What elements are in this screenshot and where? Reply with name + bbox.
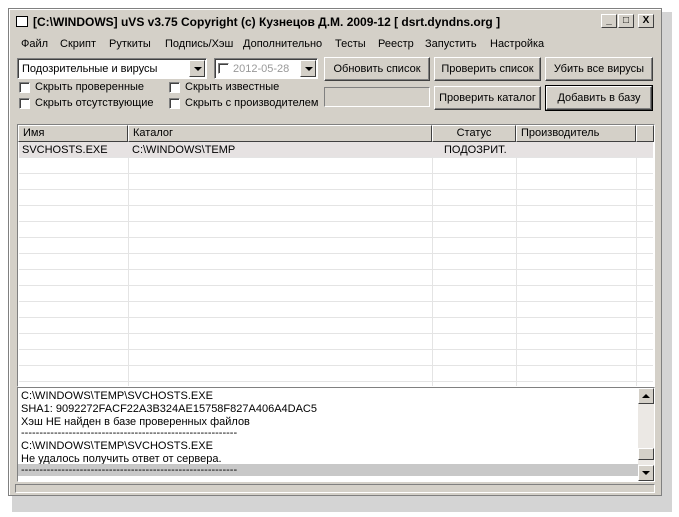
- empty-row: [19, 366, 653, 382]
- column-header-vendor[interactable]: Производитель: [516, 125, 636, 142]
- maximize-button[interactable]: □: [618, 14, 634, 28]
- title-bar[interactable]: [C:\WINDOWS] uVS v3.75 Copyright (c) Куз…: [11, 11, 659, 32]
- menu-registry[interactable]: Реестр: [378, 38, 414, 50]
- progress-field: [324, 87, 430, 107]
- log-output[interactable]: C:\WINDOWS\TEMP\SVCHOSTS.EXE SHA1: 90922…: [17, 387, 655, 482]
- empty-row: [19, 206, 653, 222]
- scroll-up-icon[interactable]: [638, 388, 654, 404]
- menu-advanced[interactable]: Дополнительно: [243, 38, 322, 50]
- date-picker-value: 2012-05-28: [233, 63, 290, 75]
- log-line: SHA1: 9092272FACF22A3B324AE15758F827A406…: [21, 403, 317, 415]
- empty-row: [19, 334, 653, 350]
- menu-signature-hash[interactable]: Подпись/Хэш: [165, 38, 233, 50]
- empty-row: [19, 158, 653, 174]
- check-folder-button[interactable]: Проверить каталог: [434, 86, 541, 110]
- filter-dropdown[interactable]: Подозрительные и вирусы: [17, 58, 207, 79]
- empty-row: [19, 238, 653, 254]
- menu-script[interactable]: Скрипт: [60, 38, 96, 50]
- log-scrollbar[interactable]: [638, 388, 654, 481]
- kill-all-viruses-button[interactable]: Убить все вирусы: [545, 57, 653, 81]
- checkbox-box[interactable]: [169, 82, 180, 93]
- add-to-database-button[interactable]: Добавить в базу: [545, 85, 653, 111]
- column-header-name[interactable]: Имя: [18, 125, 128, 142]
- checkbox-box[interactable]: [19, 98, 30, 109]
- log-separator: ----------------------------------------…: [21, 427, 238, 439]
- empty-row: [19, 254, 653, 270]
- empty-row: [19, 318, 653, 334]
- log-separator-selected: ----------------------------------------…: [18, 464, 638, 476]
- column-header-folder[interactable]: Каталог: [128, 125, 432, 142]
- empty-row: [19, 286, 653, 302]
- cell-folder: C:\WINDOWS\TEMP: [132, 144, 236, 156]
- scroll-down-icon[interactable]: [638, 465, 654, 481]
- empty-row: [19, 190, 653, 206]
- status-bar: [15, 484, 655, 493]
- main-window: [C:\WINDOWS] uVS v3.75 Copyright (c) Куз…: [8, 8, 662, 496]
- scroll-thumb[interactable]: [638, 448, 654, 460]
- file-list[interactable]: Имя Каталог Статус Производитель SVCHOST…: [17, 124, 655, 387]
- menu-bar: Файл Скрипт Руткиты Подпись/Хэш Дополнит…: [11, 35, 659, 53]
- column-header-filler: [636, 125, 654, 142]
- checkbox-box[interactable]: [169, 98, 180, 109]
- menu-tests[interactable]: Тесты: [335, 38, 366, 50]
- calendar-dropdown-icon[interactable]: [300, 60, 316, 77]
- log-line: C:\WINDOWS\TEMP\SVCHOSTS.EXE: [21, 390, 213, 402]
- refresh-list-button[interactable]: Обновить список: [324, 57, 430, 81]
- hide-missing-label: Скрыть отсутствующие: [35, 97, 154, 109]
- checkbox-box[interactable]: [19, 82, 30, 93]
- hide-known-label: Скрыть известные: [185, 81, 280, 93]
- close-button[interactable]: X: [638, 14, 654, 28]
- empty-row: [19, 350, 653, 366]
- app-icon: [16, 16, 28, 27]
- empty-row: [19, 270, 653, 286]
- window-title: [C:\WINDOWS] uVS v3.75 Copyright (c) Куз…: [33, 15, 501, 29]
- menu-run[interactable]: Запустить: [425, 38, 477, 50]
- column-header-status[interactable]: Статус: [432, 125, 516, 142]
- empty-row: [19, 222, 653, 238]
- minimize-button[interactable]: _: [601, 14, 617, 28]
- chevron-down-icon[interactable]: [189, 60, 205, 77]
- hide-checked-label: Скрыть проверенные: [35, 81, 145, 93]
- log-line: C:\WINDOWS\TEMP\SVCHOSTS.EXE: [21, 440, 213, 452]
- menu-file[interactable]: Файл: [21, 38, 48, 50]
- cell-name: SVCHOSTS.EXE: [22, 144, 108, 156]
- cell-status: ПОДОЗРИТ.: [444, 144, 507, 156]
- date-picker[interactable]: 2012-05-28: [214, 58, 318, 79]
- filter-dropdown-value: Подозрительные и вирусы: [22, 63, 158, 75]
- menu-settings[interactable]: Настройка: [490, 38, 544, 50]
- hide-with-vendor-label: Скрыть с производителем: [185, 97, 319, 109]
- empty-row: [19, 174, 653, 190]
- empty-row: [19, 302, 653, 318]
- table-row[interactable]: SVCHOSTS.EXE C:\WINDOWS\TEMP ПОДОЗРИТ.: [19, 142, 653, 158]
- check-list-button[interactable]: Проверить список: [434, 57, 541, 81]
- menu-rootkits[interactable]: Руткиты: [109, 38, 151, 50]
